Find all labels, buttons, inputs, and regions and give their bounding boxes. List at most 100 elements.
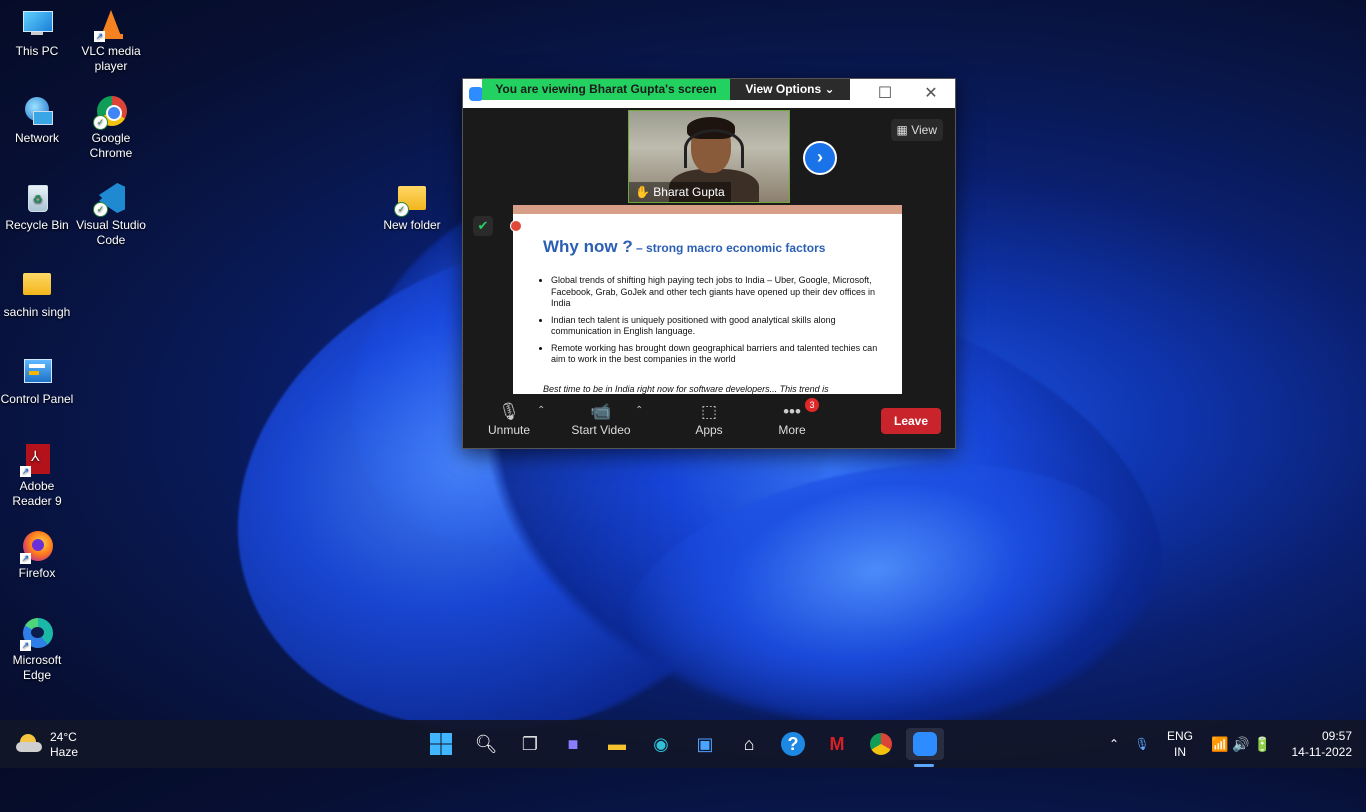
pin-icon: ✋	[635, 185, 650, 199]
chevron-right-icon: ›	[817, 147, 823, 167]
desktop-icon-recycle-bin[interactable]: ♻ Recycle Bin	[0, 182, 74, 233]
monitor-icon	[21, 8, 53, 40]
desktop-icon-network[interactable]: Network	[0, 95, 74, 146]
desktop-icon-label: Microsoft Edge	[12, 653, 62, 682]
desktop-icon-vscode[interactable]: ✓ Visual Studio Code	[74, 182, 148, 248]
chat-camera-icon: ■	[567, 734, 579, 754]
desktop-icon-adobe-reader[interactable]: ⅄ ↗ Adobe Reader 9	[0, 443, 74, 509]
view-label: View	[911, 123, 937, 137]
desktop-icon-firefox[interactable]: ↗ Firefox	[0, 530, 74, 581]
desktop-icon-edge[interactable]: ↗ Microsoft Edge	[0, 617, 74, 683]
sync-check-icon: ✓	[394, 202, 409, 217]
language-indicator[interactable]: ENG IN	[1162, 720, 1198, 768]
clock[interactable]: 09:57 14-11-2022	[1286, 720, 1353, 768]
view-options-button[interactable]: View Options ⌄	[730, 79, 850, 100]
desktop-icon-vlc[interactable]: ↗ VLC media player	[74, 8, 148, 74]
app-taskbar-button[interactable]: ⌂	[733, 728, 765, 760]
desktop-icon-label: Control Panel	[0, 392, 74, 406]
shortcut-arrow-icon: ↗	[20, 553, 31, 564]
network-icon	[21, 95, 53, 127]
show-hidden-icons-button[interactable]: ⌃	[1104, 720, 1124, 768]
desktop-icon-label: Adobe Reader 9	[12, 479, 62, 508]
help-button[interactable]: ?	[777, 728, 809, 760]
close-button[interactable]: ✕	[911, 79, 951, 108]
region-code: IN	[1174, 745, 1186, 759]
participant-video-tile[interactable]: ✋ Bharat Gupta	[628, 110, 790, 203]
chevron-down-icon: ⌄	[824, 82, 835, 96]
desktop-icon-label: Recycle Bin	[5, 218, 69, 232]
participant-name: Bharat Gupta	[653, 185, 725, 199]
edge-icon: ↗	[20, 617, 53, 651]
zoom-app-icon	[913, 732, 937, 756]
edge-taskbar-button[interactable]: ◉	[645, 728, 677, 760]
unmute-button[interactable]: 🎙 Unmute	[485, 401, 533, 437]
apps-icon: ⬚	[700, 402, 718, 421]
start-video-label: Start Video	[571, 423, 631, 437]
home-icon: ⌂	[743, 734, 755, 754]
slide-title-main: Why now ?	[543, 237, 633, 256]
active-app-indicator	[914, 764, 934, 767]
battery-icon: 🔋	[1253, 736, 1272, 752]
volume-icon: 🔊	[1232, 736, 1250, 752]
mcafee-button[interactable]: M	[821, 728, 853, 760]
slide-title: Why now ? – strong macro economic factor…	[543, 237, 825, 257]
weather-description: Haze	[50, 745, 79, 759]
zoom-title-bar: You are viewing Bharat Gupta's screen Vi…	[463, 79, 955, 108]
wifi-icon: 📶	[1210, 736, 1229, 752]
store-button[interactable]: ▣	[689, 728, 721, 760]
store-icon: ▣	[696, 734, 714, 754]
control-panel-icon	[21, 356, 53, 388]
vlc-icon: ↗	[94, 8, 127, 42]
microphone-tray-button[interactable]: 🎙	[1132, 720, 1152, 768]
shared-screen-slide: Why now ? – strong macro economic factor…	[513, 205, 902, 394]
microphone-muted-icon: 🎙	[498, 402, 520, 421]
security-shield-icon[interactable]: ✔	[473, 216, 493, 236]
help-icon: ?	[781, 732, 805, 756]
maximize-button[interactable]: ☐	[865, 79, 905, 108]
search-button[interactable]: 🔍︎	[470, 728, 502, 760]
desktop-icon-new-folder[interactable]: ✓ New folder	[375, 182, 449, 233]
sync-check-icon: ✓	[93, 115, 108, 130]
desktop-icon-label: Network	[14, 131, 59, 145]
zoom-taskbar-button[interactable]	[906, 728, 944, 760]
audio-options-caret[interactable]: ⌃	[537, 405, 545, 416]
desktop-icon-chrome[interactable]: ✓ Google Chrome	[74, 95, 148, 161]
start-button[interactable]	[425, 728, 457, 760]
unmute-label: Unmute	[487, 423, 531, 437]
view-layout-button[interactable]: ▦ View	[890, 119, 943, 141]
desktop-icon-label: This PC	[15, 44, 59, 58]
more-label: More	[778, 423, 806, 437]
grid-icon: ▦	[896, 123, 908, 137]
slide-app-toolbar	[513, 205, 902, 214]
chat-button[interactable]: ■	[557, 728, 589, 760]
shortcut-arrow-icon: ↗	[20, 466, 31, 477]
taskbar: 24°C Haze 🔍︎ ❐ ■ ▬ ◉ ▣ ⌂ ? M ⌃ 🎙 ENG IN …	[0, 720, 1366, 768]
adobe-reader-icon: ⅄ ↗	[20, 443, 53, 477]
desktop-icon-this-pc[interactable]: This PC	[0, 8, 74, 59]
apps-button[interactable]: ⬚ Apps	[691, 401, 727, 437]
weather-temperature: 24°C	[50, 730, 77, 744]
video-options-caret[interactable]: ⌃	[635, 405, 643, 416]
file-explorer-button[interactable]: ▬	[601, 728, 633, 760]
next-page-button[interactable]: ›	[803, 141, 837, 175]
slide-title-subtitle: – strong macro economic factors	[632, 241, 826, 255]
desktop-icon-control-panel[interactable]: Control Panel	[0, 356, 74, 407]
video-off-icon: 📹	[590, 402, 612, 421]
slide-bullet: Indian tech talent is uniquely positione…	[551, 315, 881, 338]
chrome-icon: ✓	[93, 95, 127, 130]
close-icon: ✕	[924, 85, 938, 102]
start-video-button[interactable]: 📹 Start Video	[569, 401, 633, 437]
clock-time: 09:57	[1321, 729, 1352, 743]
video-headphones	[684, 129, 744, 168]
more-button[interactable]: ••• More	[775, 401, 809, 437]
slide-bullet: Global trends of shifting high paying te…	[551, 275, 881, 310]
task-view-button[interactable]: ❐	[514, 728, 546, 760]
clock-date: 14-11-2022	[1291, 745, 1353, 759]
leave-meeting-button[interactable]: Leave	[881, 408, 941, 434]
slide-bullet-list: Global trends of shifting high paying te…	[537, 275, 881, 371]
network-volume-battery[interactable]: 📶 🔊 🔋	[1206, 720, 1276, 768]
more-dots-icon: •••	[783, 402, 801, 421]
desktop-icon-sachin-singh[interactable]: sachin singh	[0, 269, 74, 320]
chrome-taskbar-button[interactable]	[865, 728, 897, 760]
recording-indicator-icon	[510, 220, 522, 232]
